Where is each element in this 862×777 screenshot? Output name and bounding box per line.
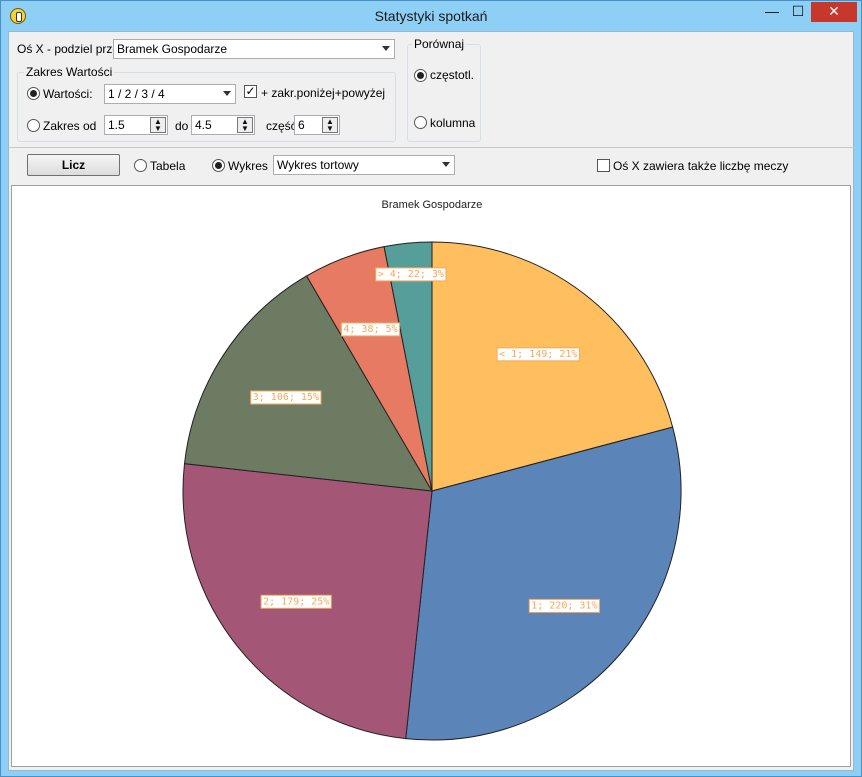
spin-arrows-icon[interactable]: ▲ ▼ [237,117,253,133]
axis-label: Oś X - podziel przez [17,42,126,56]
pie-label-0: < 1; 149; 21% [499,349,577,360]
pie-label-1: 1; 220; 31% [531,600,597,611]
pie-label-5: > 4; 22; 3% [378,269,444,280]
chart-type-combo[interactable]: Wykres tortowy [273,155,455,175]
table-radio-label: Tabela [150,159,186,173]
extend-range-checkbox[interactable]: ✓ [244,85,257,98]
separator [9,147,855,148]
compare-freq-label: częstotl. [430,68,475,82]
title-bar[interactable]: Statystyki spotkań — ☐ ✕ [1,1,861,31]
compare-column-radio[interactable] [414,116,427,129]
close-button[interactable]: ✕ [811,2,857,22]
table-radio[interactable] [134,159,147,172]
compare-column-label: kolumna [430,116,476,130]
chart-title: Bramek Gospodarze [382,199,483,211]
chart-radio[interactable] [212,159,225,172]
parts-value: 6 [298,118,305,132]
pie-label-4: 4; 38; 5% [343,324,397,335]
compare-group-title: Porównaj [412,37,467,51]
range-group: Zakres Wartości Wartości: 1 / 2 / 3 / 4 … [17,65,396,142]
chart-radio-label: Wykres [228,159,268,173]
range-from-spinner[interactable]: 1.5 ▲ ▼ [104,115,168,135]
parts-spinner[interactable]: 6 ▲ ▼ [294,115,340,135]
axis-combo[interactable]: Bramek Gospodarze [113,39,395,59]
app-window: Statystyki spotkań — ☐ ✕ Oś X - podziel … [0,0,862,777]
chevron-down-icon [382,46,390,51]
include-matches-label: Oś X zawiera także liczbę meczy [613,159,789,173]
range-radio[interactable] [27,119,40,132]
extend-range-label: + zakr.poniżej+powyżej [261,86,386,100]
values-combo[interactable]: 1 / 2 / 3 / 4 [104,84,236,104]
client-area: Oś X - podziel przez Bramek Gospodarze Z… [8,31,855,771]
compare-group: Porównaj częstotl. kolumna [407,37,481,142]
pie-label-2: 2; 179; 25% [263,596,329,607]
range-radio-label: Zakres od [43,119,97,133]
range-from-value: 1.5 [108,118,125,132]
chevron-down-icon [223,91,231,96]
values-combo-value: 1 / 2 / 3 / 4 [108,87,165,101]
maximize-button[interactable]: ☐ [785,2,811,22]
chart-area: Bramek Gospodarze < 1; 149; 21% 1; 220; 3… [11,185,851,767]
minimize-button[interactable]: — [759,2,785,22]
pie-label-3: 3; 106; 15% [253,392,319,403]
range-group-title: Zakres Wartości [24,65,115,79]
axis-combo-value: Bramek Gospodarze [117,42,228,56]
compare-freq-radio[interactable] [414,69,427,82]
compute-button[interactable]: Licz [27,154,120,176]
range-to-spinner[interactable]: 4.5 ▲ ▼ [191,115,255,135]
pie-chart: Bramek Gospodarze < 1; 149; 21% 1; 220; 3… [182,199,682,741]
chevron-down-icon [442,162,450,167]
chart-type-value: Wykres tortowy [277,158,359,172]
spin-arrows-icon[interactable]: ▲ ▼ [150,117,166,133]
values-radio-label: Wartości: [43,87,93,101]
spin-arrows-icon[interactable]: ▲ ▼ [322,117,338,133]
window-title: Statystyki spotkań [374,8,488,24]
include-matches-checkbox[interactable] [597,159,610,172]
parts-label: część [266,119,297,133]
range-to-label: do [175,119,189,133]
values-radio[interactable] [27,87,40,100]
range-to-value: 4.5 [195,118,212,132]
